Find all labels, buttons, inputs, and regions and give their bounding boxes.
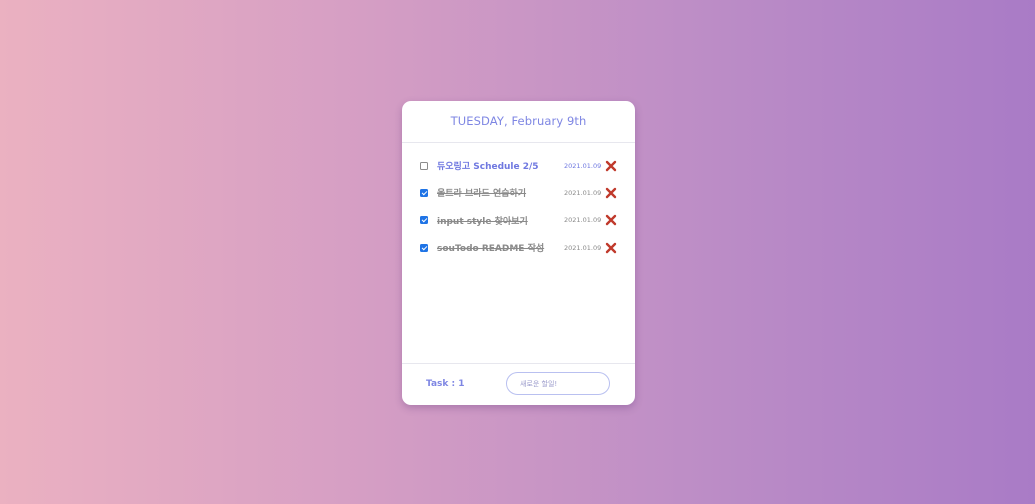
todo-checkbox[interactable] bbox=[420, 243, 428, 252]
close-icon[interactable] bbox=[605, 160, 617, 172]
date-header: TUESDAY, February 9th bbox=[402, 101, 635, 143]
todo-text: input style 찾아보기 bbox=[437, 216, 528, 227]
todo-date: 2021.01.09 bbox=[564, 188, 602, 197]
todo-date: 2021.01.09 bbox=[564, 243, 602, 252]
todo-date: 2021.01.09 bbox=[564, 161, 602, 170]
todo-text: souTodo README 작성 bbox=[437, 244, 545, 255]
todo-text: 울트라 브라드 연습하기 bbox=[437, 189, 527, 200]
todo-card: TUESDAY, February 9th 듀오링고 Schedule 2/5 … bbox=[402, 101, 635, 405]
todo-item: 듀오링고 Schedule 2/5 2021.01.09 bbox=[402, 152, 635, 179]
task-count: Task : 1 bbox=[426, 379, 465, 389]
todo-date: 2021.01.09 bbox=[564, 216, 602, 225]
close-icon[interactable] bbox=[605, 242, 617, 254]
todo-item: input style 찾아보기 2021.01.09 bbox=[402, 207, 635, 234]
todo-list: 듀오링고 Schedule 2/5 2021.01.09 울트라 브라드 연습하… bbox=[402, 143, 635, 364]
todo-item: 울트라 브라드 연습하기 2021.01.09 bbox=[402, 179, 635, 206]
todo-checkbox[interactable] bbox=[420, 216, 428, 225]
new-task-input[interactable] bbox=[506, 372, 610, 395]
close-icon[interactable] bbox=[605, 214, 617, 226]
date-label: TUESDAY, February 9th bbox=[450, 114, 587, 128]
todo-footer: Task : 1 bbox=[402, 364, 635, 405]
todo-text: 듀오링고 Schedule 2/5 bbox=[437, 162, 539, 173]
todo-checkbox[interactable] bbox=[420, 161, 428, 170]
todo-item: souTodo README 작성 2021.01.09 bbox=[402, 234, 635, 261]
todo-checkbox[interactable] bbox=[420, 188, 428, 197]
close-icon[interactable] bbox=[605, 187, 617, 199]
